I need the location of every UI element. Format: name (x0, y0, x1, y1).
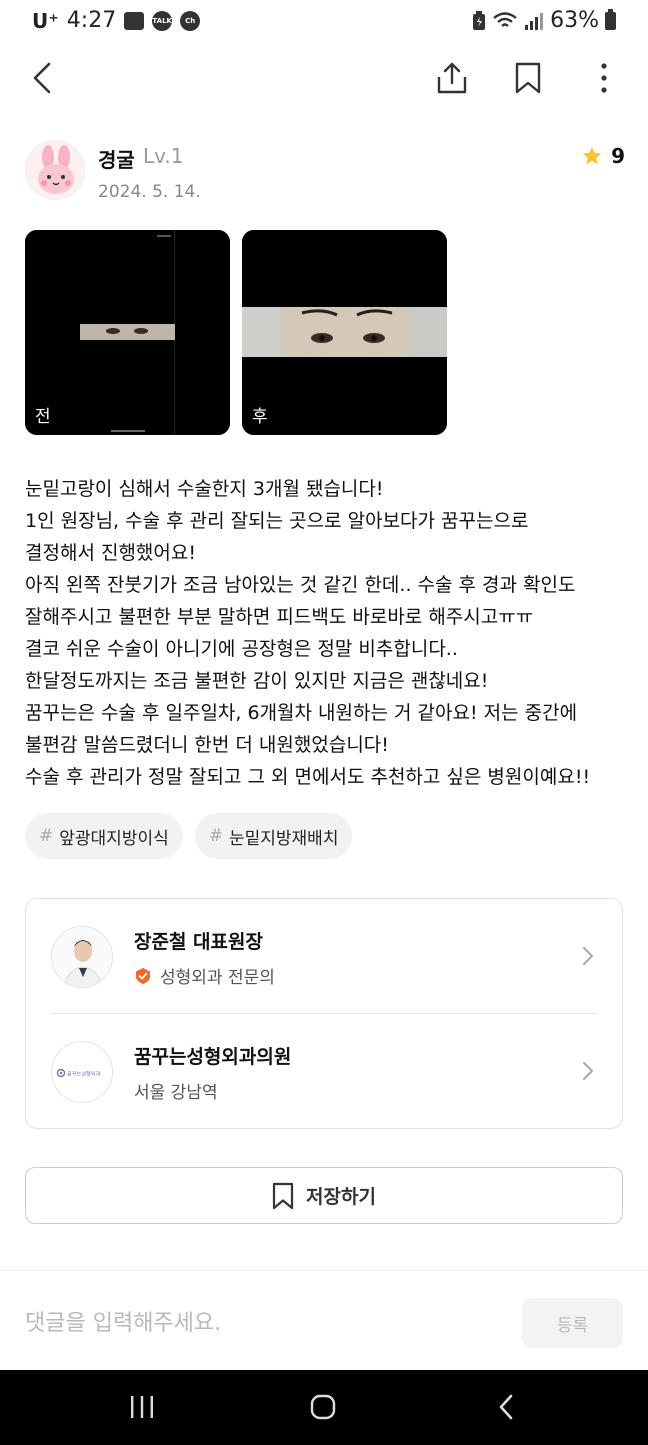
review-body-line: 결정해서 진행했어요! (25, 542, 196, 564)
svg-text:꿈꾸는성형외과: 꿈꾸는성형외과 (67, 1070, 101, 1078)
battery-saver-icon (473, 10, 486, 30)
before-label: 전 (35, 407, 51, 427)
share-button[interactable] (432, 58, 472, 98)
doctor-row[interactable]: 장준철 대표원장 성형외과 전문의 (26, 899, 622, 1014)
wifi-icon (493, 11, 517, 27)
comment-input[interactable]: 댓글을 입력해주세요. (25, 1305, 221, 1337)
more-vertical-icon (601, 63, 607, 93)
channel-notification-icon: Ch (180, 10, 201, 31)
chevron-right-icon (583, 1062, 593, 1080)
before-photo[interactable]: 전 (25, 230, 230, 435)
after-photo[interactable]: 후 (242, 230, 447, 435)
after-photo-image (242, 230, 447, 435)
verified-badge-icon (136, 967, 150, 984)
signal-icon (525, 12, 544, 30)
submit-comment-button[interactable]: 등록 (522, 1298, 623, 1348)
chevron-right-icon (583, 947, 593, 965)
comment-bar: 댓글을 입력해주세요. 등록 (0, 1270, 648, 1370)
more-options-button[interactable] (584, 58, 624, 98)
doctor-name: 장준철 대표원장 (134, 931, 263, 953)
save-button-label: 저장하기 (306, 1186, 376, 1208)
clinic-location-label: 서울 강남역 (134, 1083, 218, 1103)
after-label: 후 (252, 407, 268, 427)
back-icon (499, 1394, 513, 1420)
system-back-button[interactable] (486, 1392, 526, 1422)
review-body-line: 눈밑고랑이 심해서 수술한지 3개월 됐습니다! (25, 478, 384, 500)
bunny-avatar-icon (38, 145, 74, 194)
review-body-line: 한달정도까지는 조금 불편한 감이 있지만 지금은 괜찮네요! (25, 670, 489, 692)
share-icon (437, 62, 467, 94)
status-bar: U⁺ 4:27 TALK Ch 63% (0, 0, 648, 46)
back-button[interactable] (22, 58, 62, 98)
avatar[interactable] (25, 140, 85, 200)
bookmark-icon (515, 62, 541, 94)
hashtag-list: # 앞광대지방이식 # 눈밑지방재배치 (25, 813, 353, 859)
clinic-row[interactable]: 꿈꾸는성형외과 꿈꾸는성형외과의원 서울 강남역 (26, 1014, 622, 1129)
status-time: 4:27 (66, 8, 117, 33)
like-count-value: 9 (611, 144, 625, 168)
review-body-line: 잘해주시고 불편한 부분 말하면 피드백도 바로바로 해주시고ㅠㅠ (25, 606, 534, 628)
review-body: 눈밑고랑이 심해서 수술한지 3개월 됐습니다! 1인 원장님, 수술 후 관리… (25, 473, 625, 793)
bookmark-icon (272, 1182, 294, 1209)
review-author: 경굴 Lv.1 2024. 5. 14. 9 (25, 140, 625, 206)
hashtag-chip[interactable]: # 앞광대지방이식 (25, 813, 183, 859)
clinic-logo: 꿈꾸는성형외과 (51, 1041, 113, 1103)
author-level: Lv.1 (143, 144, 184, 168)
clinic-name: 꿈꾸는성형외과의원 (134, 1046, 292, 1068)
gallery-notification-icon (124, 11, 145, 30)
clinic-location: 서울 강남역 (134, 1078, 218, 1103)
chevron-left-icon (33, 62, 51, 94)
doctor-specialty-label: 성형외과 전문의 (160, 968, 275, 988)
doctor-avatar (51, 926, 113, 988)
top-navigation (0, 50, 648, 106)
doctor-clinic-card: 장준철 대표원장 성형외과 전문의 꿈꾸는성형외과 꿈꾸는성형외과의원 서울 강… (25, 898, 623, 1129)
doctor-specialty: 성형외과 전문의 (134, 963, 275, 988)
review-date: 2024. 5. 14. (98, 182, 201, 202)
hashtag-label: 앞광대지방이식 (59, 828, 169, 849)
battery-icon (605, 8, 616, 30)
star-icon (582, 146, 602, 165)
review-body-line: 수술 후 관리가 정말 잘되고 그 외 면에서도 추천하고 싶은 병원이예요!! (25, 766, 591, 788)
review-body-line: 불편감 말씀드렸더니 한번 더 내원했었습니다! (25, 734, 389, 756)
recent-apps-icon (131, 1396, 153, 1418)
hash-icon: # (208, 826, 223, 846)
before-photo-image (25, 230, 230, 435)
hash-icon: # (39, 826, 54, 846)
carrier-label: U⁺ (32, 8, 59, 33)
review-body-line: 결코 쉬운 수술이 아니기에 공장형은 정말 비추합니다.. (25, 638, 458, 660)
system-navigation-bar (0, 1370, 648, 1445)
like-count[interactable]: 9 (581, 144, 625, 168)
talk-notification-icon: TALK (152, 10, 173, 31)
battery-percent: 63% (550, 8, 599, 33)
save-button[interactable]: 저장하기 (25, 1167, 623, 1224)
home-icon (310, 1394, 336, 1420)
home-button[interactable] (303, 1392, 343, 1422)
doctor-portrait-icon (52, 927, 112, 987)
hashtag-label: 눈밑지방재배치 (228, 828, 339, 849)
author-name[interactable]: 경굴 (98, 144, 135, 173)
clinic-logo-icon: 꿈꾸는성형외과 (52, 1042, 112, 1102)
review-body-line: 아직 왼쪽 잔붓기가 조금 남아있는 것 같긴 한데.. 수술 후 경과 확인도 (25, 574, 576, 596)
review-body-line: 꿈꾸는은 수술 후 일주일차, 6개월차 내원하는 거 같아요! 저는 중간에 (25, 702, 578, 724)
bookmark-button[interactable] (508, 58, 548, 98)
hashtag-chip[interactable]: # 눈밑지방재배치 (194, 813, 353, 859)
recent-apps-button[interactable] (122, 1392, 162, 1422)
review-body-line: 1인 원장님, 수술 후 관리 잘되는 곳으로 알아보다가 꿈꾸는으로 (25, 510, 529, 532)
